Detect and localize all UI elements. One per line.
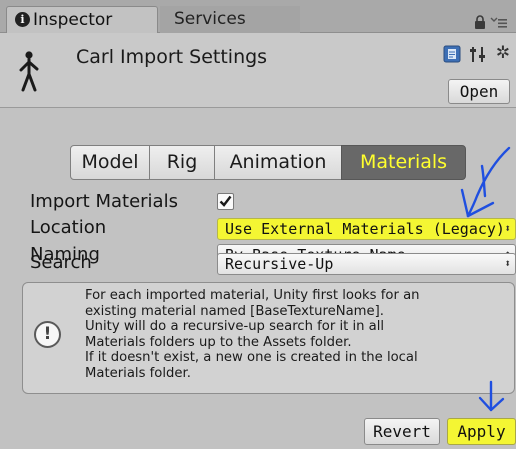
import-materials-checkbox[interactable] <box>217 193 234 210</box>
help-line: existing material named [BaseTextureName… <box>85 303 384 319</box>
open-button[interactable]: Open <box>448 79 510 104</box>
lock-icon[interactable] <box>473 15 487 29</box>
revert-button[interactable]: Revert <box>364 418 440 445</box>
warning-icon: ! <box>34 321 61 348</box>
annotation-arrow-location <box>460 146 511 218</box>
help-line: Unity will do a recursive-up search for … <box>85 319 385 335</box>
help-line: For each imported material, Unity first … <box>85 288 420 303</box>
tab-inspector[interactable]: i Inspector <box>6 6 158 33</box>
tab-materials[interactable]: Materials <box>341 145 466 180</box>
search-value: Recursive-Up <box>225 255 334 273</box>
page-title: Carl Import Settings <box>76 46 268 68</box>
checkmark-icon <box>219 195 232 207</box>
humanoid-avatar-icon <box>19 51 39 92</box>
book-icon[interactable] <box>443 45 461 63</box>
tab-services-label: Services <box>174 9 246 29</box>
gear-icon[interactable]: ✲ <box>495 44 511 62</box>
tab-model[interactable]: Model <box>70 145 150 180</box>
tab-services[interactable]: Services <box>160 6 300 33</box>
apply-button[interactable]: Apply <box>447 418 516 445</box>
help-line: Materials folders up to the Assets folde… <box>85 334 352 350</box>
preset-sliders-icon[interactable] <box>469 46 487 63</box>
location-label: Location <box>30 217 107 238</box>
search-dropdown[interactable]: Recursive-Up ⬍ <box>217 253 516 275</box>
info-icon: i <box>15 12 30 27</box>
help-line: If it doesn't exist, a new one is create… <box>85 350 418 366</box>
dropdown-caret-icon: ⬍ <box>504 257 511 270</box>
help-message: For each imported material, Unity first … <box>85 288 513 382</box>
search-label-text: Search <box>30 252 92 273</box>
location-dropdown[interactable]: Use External Materials (Legacy) ⬍ <box>217 218 516 240</box>
tab-animation[interactable]: Animation <box>214 145 342 180</box>
menu-icon[interactable] <box>490 15 508 29</box>
dropdown-caret-icon: ⬍ <box>504 222 511 235</box>
tab-inspector-label: Inspector <box>33 10 113 30</box>
help-line: Materials folder. <box>85 365 191 381</box>
location-value: Use External Materials (Legacy) <box>225 220 505 238</box>
tab-rig[interactable]: Rig <box>149 145 215 180</box>
import-materials-label: Import Materials <box>30 191 178 212</box>
